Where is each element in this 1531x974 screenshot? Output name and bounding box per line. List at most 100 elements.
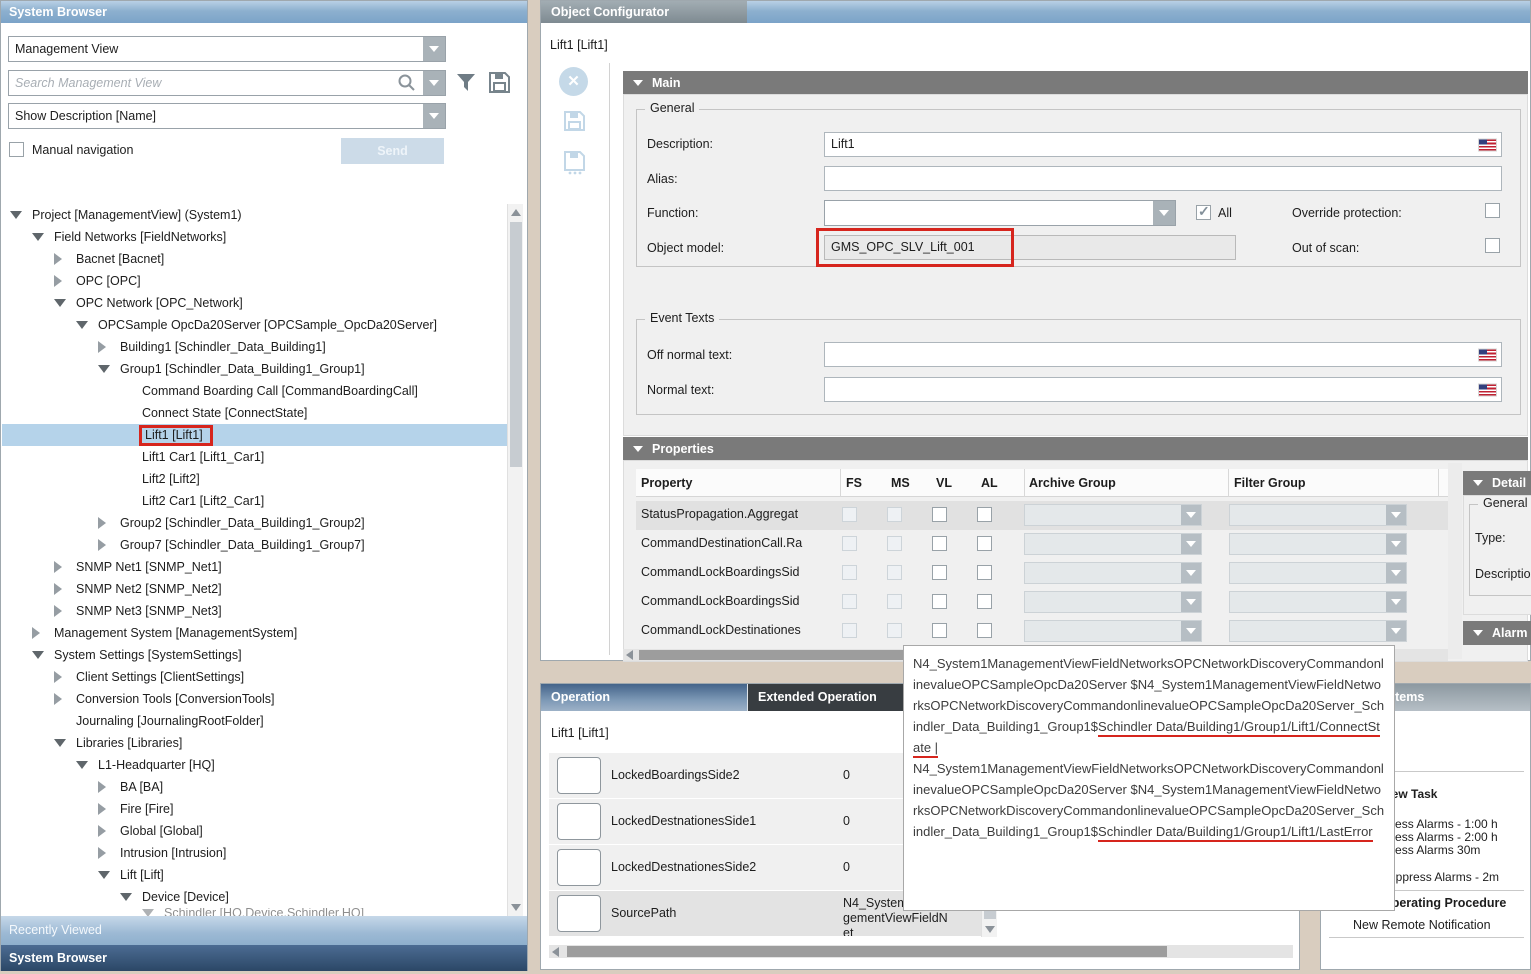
- all-checkbox[interactable]: [1196, 205, 1211, 220]
- tree-collapsed-icon[interactable]: [98, 539, 120, 551]
- tree-item[interactable]: Lift [Lift]: [2, 864, 507, 886]
- property-row[interactable]: CommandLockBoardingsSid: [636, 559, 1448, 588]
- archive-group-dropdown[interactable]: [1024, 620, 1202, 642]
- tab-extended-operation[interactable]: Extended Operation: [748, 684, 913, 711]
- recently-viewed-bar[interactable]: Recently Viewed: [1, 916, 527, 945]
- tree-collapsed-icon[interactable]: [54, 253, 76, 265]
- operation-hscrollbar[interactable]: [549, 945, 1293, 958]
- chevron-down-icon[interactable]: [1181, 534, 1201, 554]
- tree-expanded-icon[interactable]: [32, 651, 54, 659]
- archive-group-dropdown[interactable]: [1024, 591, 1202, 613]
- chevron-down-icon[interactable]: [1181, 621, 1201, 641]
- tree-expanded-icon[interactable]: [120, 893, 142, 901]
- archive-group-dropdown[interactable]: [1024, 504, 1202, 526]
- main-section-header[interactable]: Main: [623, 71, 1528, 94]
- tree-collapsed-icon[interactable]: [98, 825, 120, 837]
- search-icon[interactable]: [397, 73, 417, 101]
- al-checkbox[interactable]: [977, 594, 992, 609]
- tree-item[interactable]: OPC [OPC]: [2, 270, 507, 292]
- chevron-down-icon[interactable]: [1181, 592, 1201, 612]
- remote-notification-link[interactable]: New Remote Notification: [1353, 918, 1491, 932]
- description-field[interactable]: Lift1: [824, 132, 1502, 157]
- tree-item[interactable]: OPC Network [OPC_Network]: [2, 292, 507, 314]
- out-of-scan-checkbox[interactable]: [1485, 238, 1500, 253]
- command-button[interactable]: [557, 895, 601, 932]
- chevron-down-icon[interactable]: [1181, 505, 1201, 525]
- tree-item[interactable]: Fire [Fire]: [2, 798, 507, 820]
- tree-expanded-icon[interactable]: [98, 365, 120, 373]
- properties-column-header[interactable]: Archive Group: [1029, 469, 1229, 497]
- detail-section-header[interactable]: Detail: [1463, 471, 1531, 495]
- vl-checkbox[interactable]: [932, 536, 947, 551]
- tree-item[interactable]: Group2 [Schindler_Data_Building1_Group2]: [2, 512, 507, 534]
- chevron-down-icon[interactable]: [1386, 534, 1406, 554]
- tree-item[interactable]: Conversion Tools [ConversionTools]: [2, 688, 507, 710]
- tree-item[interactable]: Group1 [Schindler_Data_Building1_Group1]: [2, 358, 507, 380]
- tree-item[interactable]: Group7 [Schindler_Data_Building1_Group7]: [2, 534, 507, 556]
- tree-item[interactable]: Connect State [ConnectState]: [2, 402, 507, 424]
- tree-item[interactable]: Field Networks [FieldNetworks]: [2, 226, 507, 248]
- property-row[interactable]: CommandDestinationCall.Ra: [636, 530, 1448, 559]
- vl-checkbox[interactable]: [932, 623, 947, 638]
- view-selector[interactable]: Management View: [8, 36, 446, 62]
- command-button[interactable]: [557, 803, 601, 840]
- tree-item[interactable]: Libraries [Libraries]: [2, 732, 507, 754]
- properties-column-header[interactable]: VL: [936, 469, 978, 497]
- tree-collapsed-icon[interactable]: [54, 561, 76, 573]
- tree-collapsed-icon[interactable]: [54, 671, 76, 683]
- tree-expanded-icon[interactable]: [10, 211, 32, 219]
- tree-item[interactable]: Management System [ManagementSystem]: [2, 622, 507, 644]
- splitter[interactable]: [1448, 463, 1462, 659]
- chevron-down-icon[interactable]: [1386, 592, 1406, 612]
- filter-group-dropdown[interactable]: [1229, 504, 1407, 526]
- tree-item[interactable]: Lift1 [Lift1]: [2, 424, 507, 446]
- tree-item[interactable]: OPCSample OpcDa20Server [OPCSample_OpcDa…: [2, 314, 507, 336]
- normal-text-field[interactable]: [824, 377, 1502, 402]
- filter-group-dropdown[interactable]: [1229, 533, 1407, 555]
- chevron-down-icon[interactable]: [423, 71, 445, 95]
- tree-item[interactable]: Project [ManagementView] (System1): [2, 204, 507, 226]
- tree-item[interactable]: BA [BA]: [2, 776, 507, 798]
- tree-collapsed-icon[interactable]: [54, 583, 76, 595]
- al-checkbox[interactable]: [977, 536, 992, 551]
- language-flag-icon[interactable]: [1479, 139, 1496, 150]
- tree-item[interactable]: System Settings [SystemSettings]: [2, 644, 507, 666]
- tree-expanded-icon[interactable]: [76, 321, 98, 329]
- filter-group-dropdown[interactable]: [1229, 620, 1407, 642]
- tree-collapsed-icon[interactable]: [54, 605, 76, 617]
- manual-navigation-checkbox[interactable]: [9, 142, 24, 157]
- command-button[interactable]: [557, 757, 601, 794]
- tree-item[interactable]: Client Settings [ClientSettings]: [2, 666, 507, 688]
- tree-item[interactable]: Global [Global]: [2, 820, 507, 842]
- off-normal-text-field[interactable]: [824, 342, 1502, 367]
- tree-collapsed-icon[interactable]: [98, 781, 120, 793]
- archive-group-dropdown[interactable]: [1024, 562, 1202, 584]
- tree-item[interactable]: Lift2 [Lift2]: [2, 468, 507, 490]
- tree-expanded-icon[interactable]: [32, 233, 54, 241]
- command-button[interactable]: [557, 849, 601, 886]
- filter-group-dropdown[interactable]: [1229, 562, 1407, 584]
- tree-item[interactable]: Lift2 Car1 [Lift2_Car1]: [2, 490, 507, 512]
- save-icon[interactable]: [562, 109, 587, 136]
- property-row[interactable]: StatusPropagation.Aggregat: [636, 501, 1448, 530]
- tree-expanded-icon[interactable]: [98, 871, 120, 879]
- tree-item[interactable]: SNMP Net1 [SNMP_Net1]: [2, 556, 507, 578]
- tree-item[interactable]: Command Boarding Call [CommandBoardingCa…: [2, 380, 507, 402]
- archive-group-dropdown[interactable]: [1024, 533, 1202, 555]
- save-as-icon[interactable]: [562, 149, 587, 178]
- tree-expanded-icon[interactable]: [54, 299, 76, 307]
- properties-column-header[interactable]: AL: [981, 469, 1025, 497]
- send-button[interactable]: Send: [341, 138, 444, 164]
- properties-column-header[interactable]: Property: [641, 469, 841, 497]
- tree-expanded-icon[interactable]: [142, 909, 164, 917]
- filter-icon[interactable]: [454, 71, 478, 98]
- save-search-icon[interactable]: [487, 70, 512, 98]
- language-flag-icon[interactable]: [1479, 349, 1496, 360]
- tree-item[interactable]: L1-Headquarter [HQ]: [2, 754, 507, 776]
- tree-collapsed-icon[interactable]: [98, 803, 120, 815]
- vl-checkbox[interactable]: [932, 565, 947, 580]
- system-browser-bottom-bar[interactable]: System Browser: [1, 945, 527, 971]
- search-input[interactable]: Search Management View: [8, 70, 446, 96]
- tree-item[interactable]: Journaling [JournalingRootFolder]: [2, 710, 507, 732]
- chevron-down-icon[interactable]: [1153, 201, 1175, 225]
